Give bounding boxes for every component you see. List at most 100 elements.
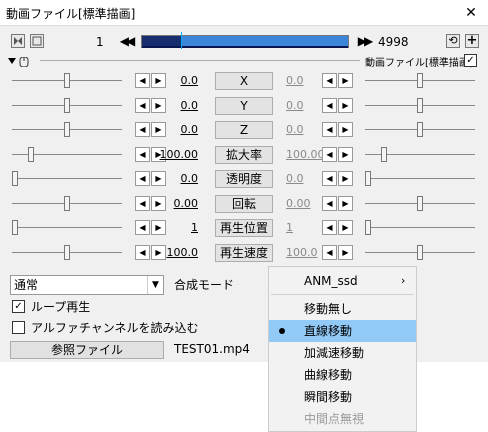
- chevron-down-icon[interactable]: ▼: [147, 276, 163, 294]
- end-slider-track[interactable]: [365, 227, 475, 228]
- add-filter-button[interactable]: +: [465, 34, 479, 48]
- param-row: ◀ ▶ 0.0 X 0.0 ◀ ▶: [0, 70, 488, 92]
- start-slider-thumb[interactable]: [12, 220, 19, 235]
- end-decrement-icon[interactable]: ◀: [322, 195, 337, 211]
- reference-file-button[interactable]: 参照ファイル: [10, 341, 164, 359]
- start-value[interactable]: 0.0: [158, 172, 199, 185]
- end-increment-icon[interactable]: ▶: [338, 73, 353, 88]
- param-row: ◀ ▶ 100.00 拡大率 100.00 ◀ ▶: [0, 144, 488, 166]
- start-value[interactable]: 0.0: [158, 123, 199, 136]
- end-decrement-icon[interactable]: ◀: [322, 244, 337, 260]
- menu-item-label: ANM_ssd: [304, 274, 358, 288]
- playhead[interactable]: [181, 32, 183, 49]
- start-slider-track[interactable]: [12, 227, 122, 228]
- end-slider-thumb[interactable]: [365, 171, 372, 186]
- end-increment-icon[interactable]: ▶: [338, 220, 353, 235]
- end-slider-thumb[interactable]: [417, 73, 423, 88]
- submenu-arrow-icon: ›: [401, 274, 406, 287]
- start-decrement-icon[interactable]: ◀: [135, 146, 150, 162]
- start-decrement-icon[interactable]: ◀: [135, 220, 150, 235]
- window-title: 動画ファイル[標準描画]: [6, 7, 136, 21]
- end-slider-thumb[interactable]: [365, 220, 372, 235]
- param-name-button[interactable]: 再生速度: [215, 243, 273, 262]
- end-increment-icon[interactable]: ▶: [338, 171, 353, 186]
- param-name-button[interactable]: 回転: [215, 194, 273, 213]
- start-value[interactable]: 0.00: [158, 197, 199, 210]
- refresh-icon[interactable]: ⟲: [446, 34, 460, 48]
- menu-item-instant[interactable]: 瞬間移動: [269, 386, 416, 408]
- end-increment-icon[interactable]: ▶: [338, 195, 353, 211]
- param-name-button[interactable]: 透明度: [215, 170, 273, 188]
- end-slider-thumb[interactable]: [417, 122, 423, 137]
- menu-item-no-move[interactable]: 移動無し: [269, 298, 416, 320]
- start-value[interactable]: 1: [158, 221, 198, 234]
- end-decrement-icon[interactable]: ◀: [322, 97, 337, 113]
- end-decrement-icon[interactable]: ◀: [322, 171, 337, 186]
- start-slider-thumb[interactable]: [64, 73, 70, 88]
- end-increment-icon[interactable]: ▶: [338, 146, 353, 162]
- grid-icon[interactable]: [30, 34, 44, 48]
- start-slider-thumb[interactable]: [64, 97, 70, 113]
- param-name-button[interactable]: 再生位置: [215, 219, 273, 237]
- menu-item-ignore-midpoint[interactable]: 中間点無視: [269, 408, 416, 430]
- end-slider-thumb[interactable]: [380, 146, 387, 162]
- end-increment-icon[interactable]: ▶: [338, 244, 353, 260]
- param-row: ◀ ▶ 0.00 回転 0.00 ◀ ▶: [0, 193, 488, 215]
- param-row: ◀ ▶ 0.0 透明度 0.0 ◀ ▶: [0, 168, 488, 190]
- param-row: ◀ ▶ 0.0 Y 0.0 ◀ ▶: [0, 95, 488, 117]
- end-decrement-icon[interactable]: ◀: [322, 122, 337, 137]
- param-name-button[interactable]: X: [215, 72, 273, 90]
- object-row: 動画ファイル[標準描画] ✓: [0, 54, 488, 69]
- start-decrement-icon[interactable]: ◀: [135, 73, 150, 88]
- start-value[interactable]: 100.00: [158, 148, 199, 161]
- end-decrement-icon[interactable]: ◀: [322, 73, 337, 88]
- title-bar: 動画ファイル[標準描画] ✕: [0, 0, 488, 26]
- current-frame: 1: [96, 35, 104, 49]
- menu-item-ease[interactable]: 加減速移動: [269, 342, 416, 364]
- next-frame-button[interactable]: ▶▶: [354, 33, 374, 49]
- start-value[interactable]: 0.0: [158, 99, 199, 112]
- param-name-button[interactable]: 拡大率: [215, 145, 273, 164]
- start-slider-thumb[interactable]: [64, 195, 70, 211]
- end-slider-thumb[interactable]: [417, 97, 423, 113]
- alpha-channel-checkbox[interactable]: [12, 321, 25, 334]
- start-decrement-icon[interactable]: ◀: [135, 97, 150, 113]
- end-increment-icon[interactable]: ▶: [338, 122, 353, 137]
- loop-checkbox[interactable]: ✓: [12, 300, 25, 313]
- end-slider-thumb[interactable]: [417, 244, 423, 260]
- end-slider-track[interactable]: [365, 178, 475, 179]
- param-name-button[interactable]: Y: [215, 96, 273, 115]
- previous-frame-button[interactable]: ◀◀: [116, 33, 136, 49]
- blend-mode-select[interactable]: 通常 ▼: [10, 275, 164, 295]
- start-slider-thumb[interactable]: [64, 244, 70, 260]
- object-enable-checkbox[interactable]: ✓: [464, 54, 477, 67]
- start-slider-track[interactable]: [12, 178, 122, 179]
- start-decrement-icon[interactable]: ◀: [135, 171, 150, 186]
- end-decrement-icon[interactable]: ◀: [322, 146, 337, 162]
- param-name-button[interactable]: Z: [215, 121, 273, 139]
- menu-item-anm-ssd[interactable]: ANM_ssd ›: [269, 270, 416, 292]
- blend-mode-value: 通常: [14, 278, 39, 292]
- timeline-bar[interactable]: [141, 32, 349, 49]
- menu-item-curve[interactable]: 曲線移動: [269, 364, 416, 386]
- end-slider-thumb[interactable]: [417, 195, 423, 211]
- camera-control-icon[interactable]: [11, 34, 25, 48]
- start-decrement-icon[interactable]: ◀: [135, 195, 150, 211]
- start-value[interactable]: 0.0: [158, 74, 199, 87]
- start-decrement-icon[interactable]: ◀: [135, 244, 150, 260]
- menu-item-linear[interactable]: 直線移動: [269, 320, 416, 342]
- alpha-channel-label: アルファチャンネルを読み込む: [31, 321, 199, 335]
- start-slider-thumb[interactable]: [12, 171, 19, 186]
- start-slider-thumb[interactable]: [27, 146, 34, 162]
- start-value[interactable]: 100.0: [158, 246, 199, 259]
- end-increment-icon[interactable]: ▶: [338, 97, 353, 113]
- start-decrement-icon[interactable]: ◀: [135, 122, 150, 137]
- collapse-and-mouse-icon[interactable]: [8, 57, 30, 67]
- loop-label: ループ再生: [31, 300, 91, 314]
- selected-bullet-icon: [279, 328, 285, 334]
- menu-item-label: 直線移動: [304, 324, 353, 338]
- blend-mode-label: 合成モード: [174, 278, 235, 292]
- start-slider-thumb[interactable]: [64, 122, 70, 137]
- close-icon[interactable]: ✕: [460, 3, 482, 23]
- end-decrement-icon[interactable]: ◀: [322, 220, 337, 235]
